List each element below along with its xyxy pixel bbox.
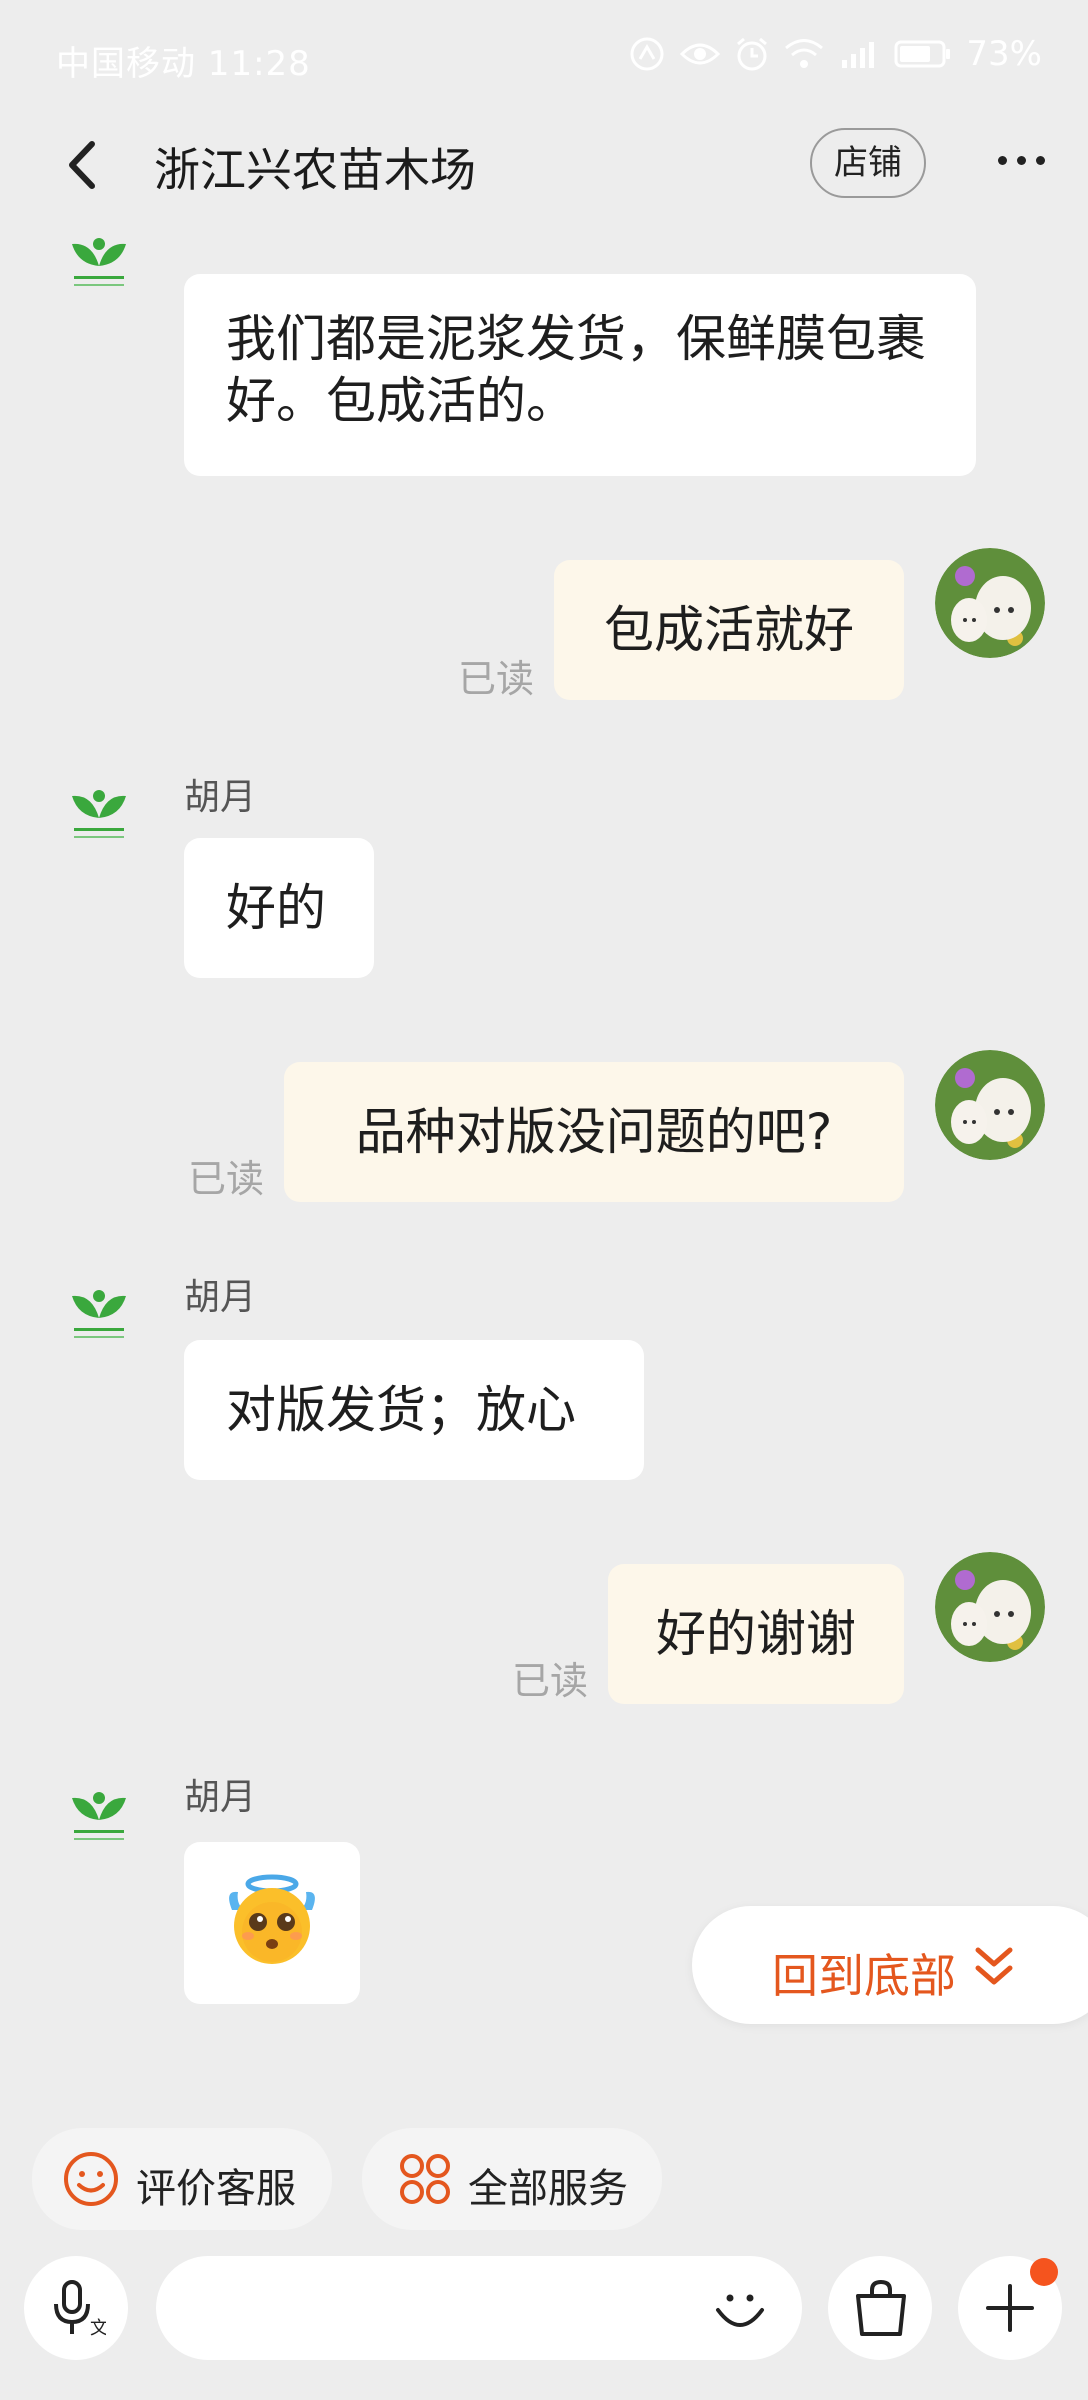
message-bubble-emoji[interactable]: [184, 1842, 360, 2004]
more-options-button[interactable]: [998, 156, 1045, 165]
message-bubble-incoming[interactable]: 我们都是泥浆发货，保鲜膜包裹好。包成活的。: [184, 274, 976, 476]
more-dot-icon: [998, 156, 1007, 165]
sender-name: 胡月: [184, 1277, 257, 1318]
message-bubble-incoming[interactable]: 对版发货；放心: [184, 1340, 644, 1480]
carrier-time: 中国移动 11:28: [56, 44, 311, 84]
grid-services-icon: [400, 2154, 450, 2204]
shop-logo-avatar[interactable]: [66, 788, 132, 858]
status-bar: 中国移动 11:28 73%: [0, 0, 1088, 110]
more-dot-icon: [1017, 156, 1026, 165]
voice-text-icon: 文: [54, 2280, 106, 2338]
rate-service-label: 评价客服: [136, 2166, 296, 2212]
chevron-left-icon: [69, 141, 95, 189]
shop-logo-avatar[interactable]: [66, 1790, 132, 1860]
rate-service-button[interactable]: 评价客服: [32, 2128, 332, 2230]
nfc-icon: [630, 37, 664, 71]
voice-input-button[interactable]: 文: [24, 2256, 128, 2360]
back-button[interactable]: [54, 130, 114, 200]
all-services-label: 全部服务: [468, 2166, 628, 2212]
message-bubble-outgoing[interactable]: 好的谢谢: [608, 1564, 904, 1704]
read-status: 已读: [512, 1659, 589, 1703]
status-icons: 73%: [628, 34, 1042, 74]
signal-icon: [842, 42, 875, 68]
chat-header: 浙江兴农苗木场 店铺: [0, 110, 1088, 220]
wifi-icon: [785, 39, 824, 68]
scroll-to-bottom-button[interactable]: 回到底部: [692, 1906, 1088, 2024]
shopping-bag-icon: [856, 2279, 906, 2336]
smile-face-icon: [64, 2152, 118, 2206]
user-avatar[interactable]: [935, 548, 1045, 658]
message-bubble-incoming[interactable]: 好的: [184, 838, 374, 978]
input-bar: 文: [0, 2252, 1088, 2400]
read-status: 已读: [188, 1157, 265, 1201]
eye-icon: [680, 43, 721, 65]
angel-emoji-icon: [229, 1874, 315, 1964]
user-avatar[interactable]: [935, 1050, 1045, 1160]
sender-name: 胡月: [184, 777, 257, 818]
sender-name: 胡月: [184, 1777, 257, 1818]
double-chevron-down-icon: [975, 1947, 1013, 1985]
user-avatar[interactable]: [935, 1552, 1045, 1662]
message-input[interactable]: [156, 2256, 802, 2360]
shop-button[interactable]: 店铺: [810, 128, 926, 198]
message-list[interactable]: 我们都是泥浆发货，保鲜膜包裹好。包成活的。 已读 包成活就好 胡月 好的 已读 …: [0, 220, 1088, 2100]
more-dot-icon: [1036, 156, 1045, 165]
message-bubble-outgoing[interactable]: 包成活就好: [554, 560, 904, 700]
page-title: 浙江兴农苗木场: [154, 143, 476, 197]
plus-icon: [986, 2284, 1034, 2332]
notification-badge: [1030, 2258, 1058, 2286]
battery-icon: [894, 40, 951, 68]
emoji-icon[interactable]: [710, 2280, 770, 2340]
shop-logo-avatar[interactable]: [66, 236, 132, 306]
scroll-to-bottom-label: 回到底部: [772, 1949, 956, 2003]
alarm-icon: [737, 37, 768, 71]
read-status: 已读: [458, 657, 535, 701]
battery-level: 73%: [966, 34, 1042, 74]
all-services-button[interactable]: 全部服务: [362, 2128, 662, 2230]
svg-text:文: 文: [90, 2318, 106, 2338]
message-bubble-outgoing[interactable]: 品种对版没问题的吧?: [284, 1062, 904, 1202]
shop-logo-avatar[interactable]: [66, 1288, 132, 1358]
shopping-bag-button[interactable]: [828, 2256, 932, 2360]
